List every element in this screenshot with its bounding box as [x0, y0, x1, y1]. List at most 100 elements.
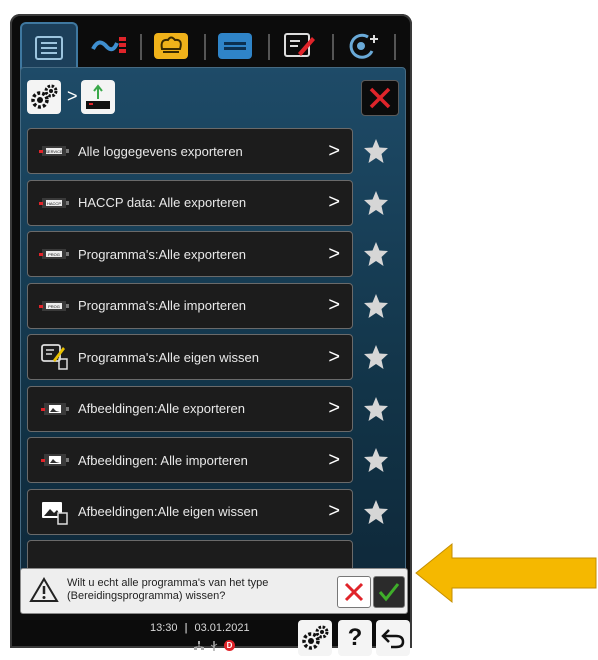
list-item-label: Alle loggegevens exporteren — [78, 143, 243, 159]
svg-text:SERVICE: SERVICE — [45, 149, 63, 154]
list-item: SERVICE Alle loggegevens exporteren > — [27, 128, 401, 174]
confirm-dialog: Wilt u echt alle programma's van het typ… — [20, 568, 408, 614]
list-item: Programma's:Alle eigen wissen > — [27, 334, 401, 380]
tab-divider — [204, 34, 206, 60]
confirm-message-line2: (Bereidingsprogramma) wissen? — [67, 590, 226, 602]
tab-clean[interactable] — [336, 26, 390, 66]
list-item: PROG Programma's:Alle exporteren > — [27, 231, 401, 277]
favorite-star-icon[interactable] — [363, 138, 389, 164]
edit-delete-icon — [36, 344, 74, 370]
image-delete-icon — [36, 499, 74, 525]
tab-edit[interactable] — [272, 26, 326, 66]
favorite-star-icon[interactable] — [363, 499, 389, 525]
oven-control-panel: > SERVICE Alle loggegevens exporteren > HAC… — [10, 14, 412, 656]
clean-add-icon — [349, 33, 378, 59]
tab-menu[interactable] — [20, 22, 78, 72]
favorite-star-icon[interactable] — [363, 293, 389, 319]
tab-cooking-steps[interactable] — [82, 26, 136, 66]
date-text: 03.01.2021 — [194, 622, 250, 634]
chevron-right-icon: > — [328, 242, 340, 265]
cancel-x-icon — [344, 582, 364, 602]
list-item-button[interactable]: Afbeeldingen: Alle importeren > — [27, 437, 353, 483]
list-item-label: Programma's:Alle eigen wissen — [78, 349, 259, 365]
list-item-label: Programma's:Alle exporteren — [78, 246, 246, 262]
favorite-star-icon[interactable] — [363, 190, 389, 216]
chevron-right-icon: > — [328, 448, 340, 471]
settings-gears-icon — [31, 84, 58, 109]
close-button[interactable] — [361, 80, 399, 116]
top-tab-bar — [18, 22, 402, 72]
chevron-right-icon: > — [328, 397, 340, 419]
tray-icon — [218, 33, 252, 59]
time-text: 13:30 — [150, 622, 178, 634]
bottom-status-bar: 13:30 | 03.01.2021 D ? — [20, 614, 412, 660]
tab-divider — [140, 34, 142, 60]
svg-text:PROG: PROG — [48, 252, 60, 257]
favorite-star-icon[interactable] — [363, 396, 389, 422]
close-icon — [369, 87, 391, 109]
list-item-button[interactable]: PROG Programma's:Alle importeren > — [27, 282, 353, 329]
back-button[interactable] — [376, 620, 410, 656]
list-item-button[interactable]: SERVICE Alle loggegevens exporteren > — [27, 128, 353, 174]
clock: 13:30 | 03.01.2021 — [150, 622, 250, 634]
usb-export-icon — [86, 84, 110, 109]
confirm-message: Wilt u echt alle programma's van het typ… — [67, 577, 307, 603]
prog-usb-icon: PROG — [36, 247, 74, 261]
confirm-button[interactable] — [373, 576, 405, 608]
svg-text:PROG: PROG — [48, 304, 60, 309]
service-usb-icon: SERVICE — [36, 144, 74, 158]
tab-divider — [268, 34, 270, 60]
breadcrumb-separator: > — [67, 86, 78, 106]
list-item: Afbeeldingen:Alle eigen wissen > — [27, 488, 401, 535]
list-item: Afbeeldingen:Alle exporteren > — [27, 385, 401, 432]
chevron-right-icon: > — [328, 345, 340, 368]
list-item-button[interactable]: Afbeeldingen:Alle exporteren > — [27, 385, 353, 432]
tab-divider — [394, 34, 396, 60]
image-usb-icon — [36, 451, 74, 469]
list-item-button[interactable]: Programma's:Alle eigen wissen > — [27, 334, 353, 380]
tab-divider — [332, 34, 334, 60]
cancel-button[interactable] — [337, 576, 371, 608]
chevron-right-icon: > — [328, 191, 340, 213]
usb-icon — [210, 640, 218, 651]
breadcrumb-settings[interactable] — [27, 80, 61, 114]
chevron-right-icon: > — [328, 500, 340, 522]
prog-usb-icon: PROG — [36, 299, 74, 313]
warning-icon — [29, 577, 59, 602]
export-options-list: SERVICE Alle loggegevens exporteren > HACCP… — [27, 128, 401, 604]
tab-tray[interactable] — [208, 26, 262, 66]
list-item-label: Afbeeldingen:Alle exporteren — [78, 401, 245, 416]
chevron-right-icon: > — [328, 294, 340, 316]
image-usb-icon — [36, 400, 74, 418]
demo-badge: D — [224, 640, 235, 651]
list-item-label: HACCP data: Alle exporteren — [78, 195, 247, 210]
chevron-right-icon: > — [328, 139, 340, 162]
cooking-steps-icon — [91, 37, 126, 53]
svg-text:HACCP: HACCP — [47, 201, 61, 206]
list-item-label: Afbeeldingen:Alle eigen wissen — [78, 504, 258, 519]
list-item-button[interactable]: HACCP HACCP data: Alle exporteren > — [27, 179, 353, 226]
tab-chef[interactable] — [144, 26, 198, 66]
list-item-label: Afbeeldingen: Alle importeren — [78, 452, 248, 468]
network-icon — [194, 640, 204, 650]
list-item: PROG Programma's:Alle importeren > — [27, 282, 401, 329]
chef-hat-icon — [154, 33, 188, 59]
list-item-button[interactable]: PROG Programma's:Alle exporteren > — [27, 231, 353, 277]
list-item-button[interactable]: Afbeeldingen:Alle eigen wissen > — [27, 488, 353, 535]
checkmark-icon — [378, 583, 400, 602]
help-button[interactable]: ? — [338, 620, 372, 656]
status-icons: D — [194, 640, 235, 651]
breadcrumb-usb[interactable] — [81, 80, 115, 114]
confirm-message-line1: Wilt u echt alle programma's van het typ… — [67, 577, 269, 589]
edit-icon — [284, 33, 315, 57]
list-item: HACCP HACCP data: Alle exporteren > — [27, 179, 401, 226]
favorite-star-icon[interactable] — [363, 241, 389, 267]
favorite-star-icon[interactable] — [363, 447, 389, 473]
main-panel: > SERVICE Alle loggegevens exporteren > HAC… — [20, 67, 406, 607]
list-item: Afbeeldingen: Alle importeren > — [27, 437, 401, 483]
list-item-label: Programma's:Alle importeren — [78, 298, 246, 313]
pointer-arrow-icon — [415, 542, 597, 604]
settings-button[interactable] — [298, 620, 332, 656]
menu-lines-icon — [35, 36, 63, 60]
favorite-star-icon[interactable] — [363, 344, 389, 370]
